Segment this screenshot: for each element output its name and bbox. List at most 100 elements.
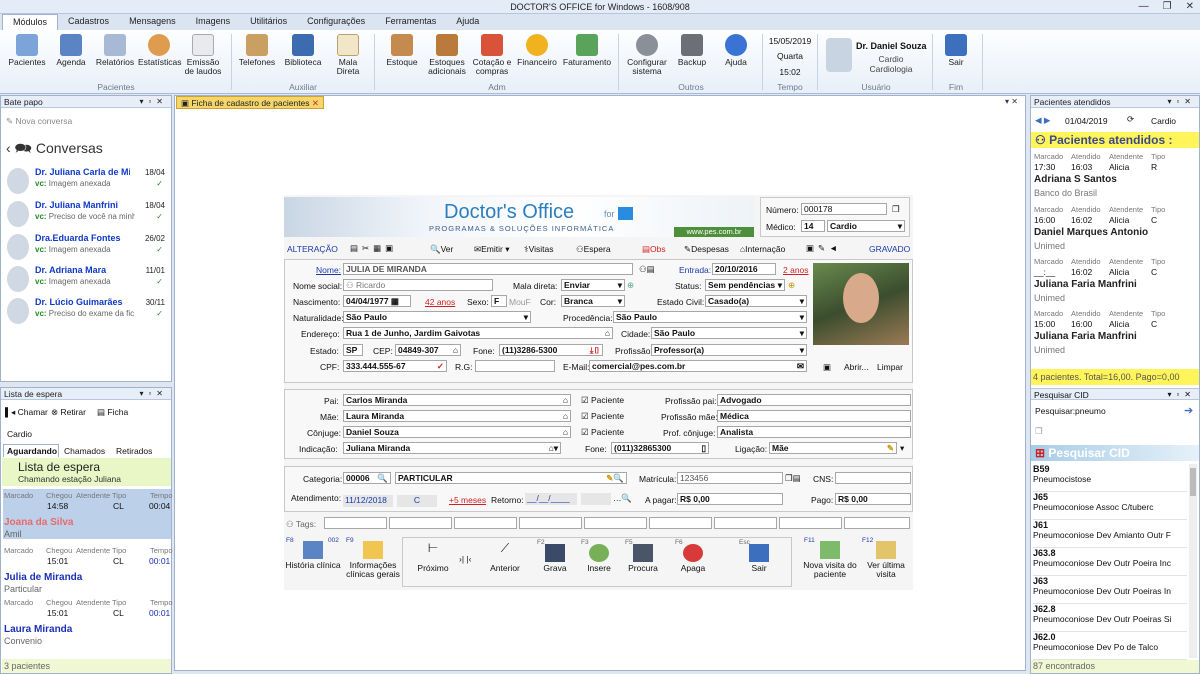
faturamento-button[interactable]: Faturamento bbox=[561, 34, 613, 67]
cotacao-button[interactable]: Cotação e compras bbox=[471, 34, 513, 76]
retorno-date[interactable]: __/__/____ bbox=[525, 493, 577, 505]
pacientes-button[interactable]: Pacientes bbox=[6, 34, 48, 67]
ligacao-select[interactable]: Mãe ✎ bbox=[769, 442, 897, 454]
tag-field[interactable] bbox=[519, 517, 582, 529]
attended-item[interactable]: Marcado Atendido Atendente Tipo 15:00 16:00 A… bbox=[1033, 309, 1199, 361]
media-icons[interactable]: ▣✎◄ bbox=[806, 243, 842, 254]
sexo-field[interactable]: F bbox=[491, 295, 507, 307]
conversation-item[interactable]: Dr. Juliana Manfrini 18/04 vc: Preciso de … bbox=[5, 199, 169, 231]
abrir-button[interactable]: Abrir... bbox=[844, 362, 869, 372]
mae-field[interactable]: Laura Miranda ⌂ bbox=[343, 410, 571, 422]
cid-item[interactable]: J63.8 Pneumoconiose Dev Outr Poeira Inc bbox=[1033, 548, 1187, 576]
conversation-item[interactable]: Dr. Lúcio Guimarães 30/11 vc: Preciso do e… bbox=[5, 296, 169, 328]
tag-field[interactable] bbox=[649, 517, 712, 529]
medico-number[interactable]: 14 bbox=[801, 220, 825, 232]
panel-pin-icon[interactable]: ▾▫✕ bbox=[139, 389, 168, 398]
doc-window-buttons[interactable]: ▾ ✕ bbox=[1005, 97, 1018, 106]
prof-mae-field[interactable]: Médica bbox=[717, 410, 911, 422]
categoria-code[interactable]: 00006 🔍 bbox=[343, 472, 391, 484]
grava-button[interactable]: Grava bbox=[533, 544, 577, 573]
tab-ferramentas[interactable]: Ferramentas bbox=[375, 14, 446, 30]
idade-link[interactable]: 42 anos bbox=[425, 297, 455, 307]
cns-field[interactable] bbox=[835, 472, 911, 484]
entrada-field[interactable]: 20/10/2016 bbox=[712, 263, 776, 275]
cid-search-input[interactable]: pneumo bbox=[1075, 406, 1106, 416]
close-tab-icon[interactable]: ✕ bbox=[312, 98, 319, 108]
telefones-button[interactable]: Telefones bbox=[236, 34, 278, 67]
pago-field[interactable]: R$ 0,00 bbox=[835, 493, 911, 505]
ver-button[interactable]: 🔍Ver bbox=[430, 244, 453, 255]
pai-field[interactable]: Carlos Miranda ⌂ bbox=[343, 394, 571, 406]
biblioteca-button[interactable]: Biblioteca bbox=[282, 34, 324, 67]
tab-mensagens[interactable]: Mensagens bbox=[119, 14, 186, 30]
cid-item[interactable]: J63 Pneumoconiose Dev Outr Poeiras In bbox=[1033, 576, 1187, 604]
cid-copy-icon[interactable]: ❐ bbox=[1035, 426, 1043, 437]
cid-item[interactable]: J62.0 Pneumoconiose Dev Po de Talco bbox=[1033, 632, 1187, 660]
atendimento-meses[interactable]: +5 meses bbox=[449, 495, 486, 505]
informacoes-button[interactable]: Informações clínicas gerais bbox=[344, 541, 402, 579]
tag-field[interactable] bbox=[714, 517, 777, 529]
estoque-button[interactable]: Estoque bbox=[381, 34, 423, 67]
tab-configuracoes[interactable]: Configurações bbox=[297, 14, 375, 30]
status-select[interactable]: Sem pendências ▾ bbox=[705, 279, 785, 291]
prof-pai-field[interactable]: Advogado bbox=[717, 394, 911, 406]
minimize-icon[interactable]: — bbox=[1139, 1, 1149, 12]
configurar-button[interactable]: Configurar sistema bbox=[624, 34, 670, 76]
tab-retirados[interactable]: Retirados bbox=[113, 445, 165, 457]
retorno-tipo[interactable] bbox=[581, 493, 611, 505]
mala-icon[interactable]: ⊕ bbox=[627, 280, 634, 291]
rg-field[interactable] bbox=[475, 360, 555, 372]
procedencia-select[interactable]: São Paulo ▾ bbox=[613, 311, 807, 323]
skip-arrows-icon[interactable]: ›| |‹ bbox=[459, 554, 471, 564]
maximize-icon[interactable]: ❐ bbox=[1163, 1, 1172, 12]
tag-field[interactable] bbox=[844, 517, 910, 529]
tab-ajuda[interactable]: Ajuda bbox=[446, 14, 489, 30]
agenda-button[interactable]: Agenda bbox=[50, 34, 92, 67]
attended-item[interactable]: Marcado Atendido Atendente Tipo __:__ 16:02 A… bbox=[1033, 257, 1199, 309]
procura-button[interactable]: Procura bbox=[621, 544, 665, 573]
tag-field[interactable] bbox=[779, 517, 842, 529]
uf-field[interactable]: SP bbox=[343, 344, 363, 356]
nova-visita-button[interactable]: Nova visita do paciente bbox=[800, 541, 860, 579]
indicacao-field[interactable]: Juliana Miranda ⌂▾ bbox=[343, 442, 561, 454]
mala-direta-select[interactable]: Enviar ▾ bbox=[561, 279, 625, 291]
financeiro-button[interactable]: Financeiro bbox=[516, 34, 558, 67]
ligacao-dropdown-icon[interactable]: ▾ bbox=[900, 443, 904, 454]
entrada-anos[interactable]: 2 anos bbox=[783, 265, 809, 275]
nome-field[interactable]: JULIA DE MIRANDA bbox=[343, 263, 633, 275]
sair-form-button[interactable]: Sair bbox=[737, 544, 781, 573]
cid-item[interactable]: J62.8 Pneumoconiose Dev Outr Poeiras Si bbox=[1033, 604, 1187, 632]
numero-field[interactable]: 000178 bbox=[801, 203, 887, 215]
pai-paciente-checkbox[interactable]: ☑ Paciente bbox=[581, 395, 624, 406]
despesas-button[interactable]: ✎Despesas bbox=[684, 244, 729, 255]
quick-icons[interactable]: ▤✂▦▣ bbox=[350, 243, 397, 254]
call-button[interactable]: ▌◂ Chamar bbox=[5, 407, 48, 418]
tab-modulos[interactable]: Módulos bbox=[2, 14, 59, 30]
sair-button[interactable]: Sair bbox=[935, 34, 977, 67]
tag-field[interactable] bbox=[584, 517, 647, 529]
tab-ficha-cadastro[interactable]: ▣ Ficha de cadastro de pacientes ✕ bbox=[176, 96, 325, 109]
estado-civil-select[interactable]: Casado(a) ▾ bbox=[705, 295, 807, 307]
prev-next-icons[interactable]: ◀ ▶ bbox=[1035, 115, 1050, 126]
sheet-button[interactable]: ▤ Ficha bbox=[97, 407, 128, 418]
conj-paciente-checkbox[interactable]: ☑ Paciente bbox=[581, 427, 624, 438]
estoques-adicionais-button[interactable]: Estoques adicionais bbox=[426, 34, 468, 76]
backup-button[interactable]: Backup bbox=[671, 34, 713, 67]
medico-select[interactable]: Cardio ▾ bbox=[827, 220, 905, 232]
cor-select[interactable]: Branca ▾ bbox=[561, 295, 625, 307]
cid-item[interactable]: B59 Pneumocistose bbox=[1033, 464, 1187, 492]
cid-scrollbar[interactable] bbox=[1189, 464, 1197, 658]
waitlist-item[interactable]: Marcado Chegou Atendente Tipo Tempo 15:01 CL… bbox=[3, 544, 173, 594]
tab-aguardando[interactable]: Aguardando bbox=[3, 444, 59, 457]
profissao-select[interactable]: Professor(a) ▾ bbox=[651, 344, 807, 356]
cep-field[interactable]: 04849-307 ⌂ bbox=[395, 344, 461, 356]
attended-date[interactable]: 01/04/2019 bbox=[1065, 116, 1108, 126]
laudos-button[interactable]: Emissão de laudos bbox=[182, 34, 224, 76]
matricula-icons[interactable]: ❐▤ bbox=[785, 473, 801, 484]
conjuge-field[interactable]: Daniel Souza ⌂ bbox=[343, 426, 571, 438]
estatisticas-button[interactable]: Estatísticas bbox=[138, 34, 181, 67]
panel-pin-icon[interactable]: ▾▫✕ bbox=[139, 97, 168, 106]
remove-button[interactable]: ⊗ Retirar bbox=[51, 407, 86, 418]
panel-pin-icon[interactable]: ▾▫✕ bbox=[1167, 97, 1196, 106]
refresh-icon[interactable]: ⟳ bbox=[1127, 114, 1134, 125]
